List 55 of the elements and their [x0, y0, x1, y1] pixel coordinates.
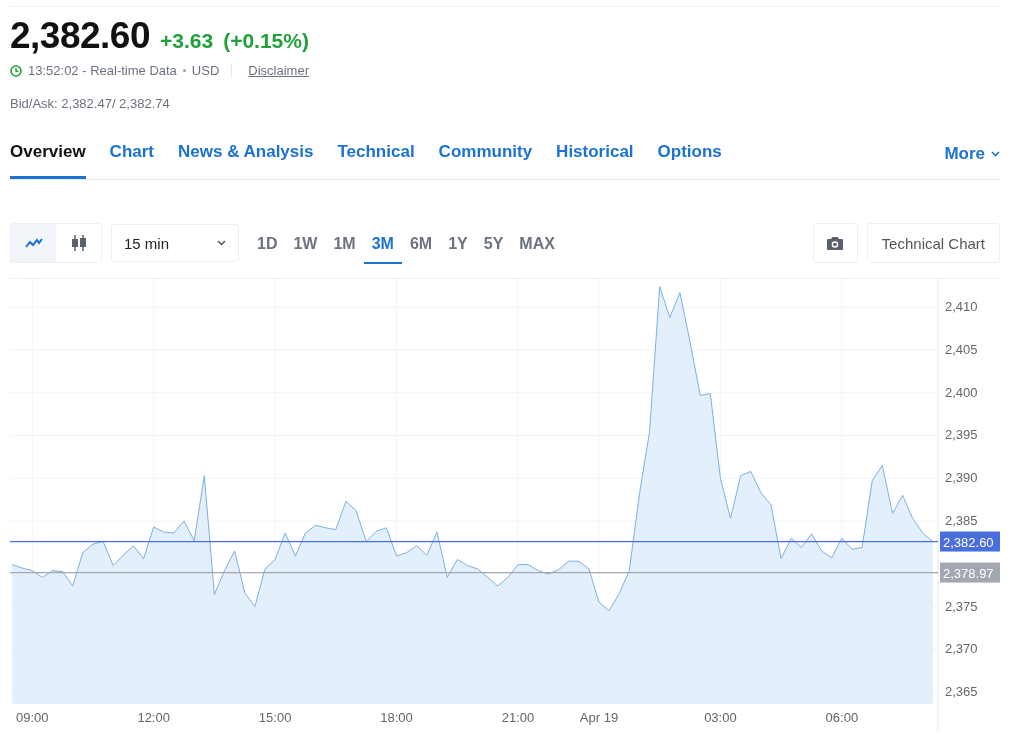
nav-tab[interactable]: Community	[438, 133, 533, 179]
clock-icon	[10, 64, 22, 77]
nav-tab[interactable]: Technical	[337, 133, 415, 179]
axis-label: 2,400	[945, 384, 978, 400]
axis-label: 2,365	[945, 684, 978, 700]
screenshot-button[interactable]	[812, 223, 858, 263]
range-tab[interactable]: 6M	[401, 226, 441, 264]
percent-change: (+0.15%)	[223, 29, 309, 53]
range-tab[interactable]: 1Y	[440, 226, 476, 264]
chart-type-button[interactable]	[11, 224, 56, 262]
price-change: +3.63	[160, 29, 214, 53]
range-tab[interactable]: 1M	[325, 226, 364, 264]
axis-label: 2,405	[945, 342, 978, 357]
more-tab[interactable]: More	[944, 134, 1000, 178]
price: 2,382.60	[10, 15, 151, 57]
disclaimer-link[interactable]: Disclaimer	[248, 63, 309, 78]
caret-icon	[991, 150, 1000, 157]
line-chart-icon	[24, 237, 43, 249]
candlestick-icon	[69, 234, 88, 252]
axis-label: 18:00	[380, 710, 413, 725]
nav-tab[interactable]: Overview	[10, 133, 86, 179]
axis-label: 2,370	[945, 641, 978, 657]
ref-line-label: 2,378.97	[943, 565, 994, 581]
axis-label: 06:00	[825, 710, 859, 725]
nav-tab[interactable]: Chart	[109, 133, 154, 179]
axis-label: 21:00	[501, 710, 535, 725]
price-tag: 2,378.97	[940, 562, 1000, 583]
price-tag: 2,382.60	[940, 531, 1000, 552]
range-tab[interactable]: 1D	[249, 226, 286, 264]
axis-label: 2,410	[945, 299, 978, 315]
range-tab[interactable]: 3M	[363, 226, 402, 264]
technical-chart-button[interactable]: Technical Chart	[866, 223, 1000, 263]
range-tab[interactable]: MAX	[511, 226, 563, 264]
camera-icon	[826, 235, 845, 251]
axis-label: 09:00	[15, 710, 49, 725]
ref-line-label: 2,382.60	[943, 534, 994, 550]
range-tab[interactable]: 1W	[285, 226, 326, 264]
update-time: 13:52:02 - Real-time Data	[28, 63, 177, 78]
nav-tab[interactable]: Options	[657, 133, 722, 179]
caret-icon	[217, 240, 226, 246]
axis-label: 2,385	[945, 513, 978, 528]
axis-label: 12:00	[137, 710, 170, 725]
nav-tab[interactable]: Historical	[556, 133, 634, 179]
nav-tab[interactable]: News & Analysis	[178, 133, 314, 179]
range-tab[interactable]: 5Y	[475, 226, 512, 264]
bullet-icon	[182, 69, 186, 72]
bid-ask: Bid/Ask: 2,382.47/ 2,382.74	[10, 96, 171, 111]
axis-label: 2,390	[945, 470, 978, 486]
axis-label: 2,375	[945, 598, 978, 614]
axis-label: 2,395	[945, 427, 978, 443]
axis-label: 03:00	[704, 710, 737, 725]
interval-dropdown[interactable]: 15 min	[111, 224, 239, 262]
axis-label: Apr 19	[579, 710, 619, 725]
axis-label: 15:00	[258, 710, 292, 725]
currency: USD	[191, 63, 220, 78]
